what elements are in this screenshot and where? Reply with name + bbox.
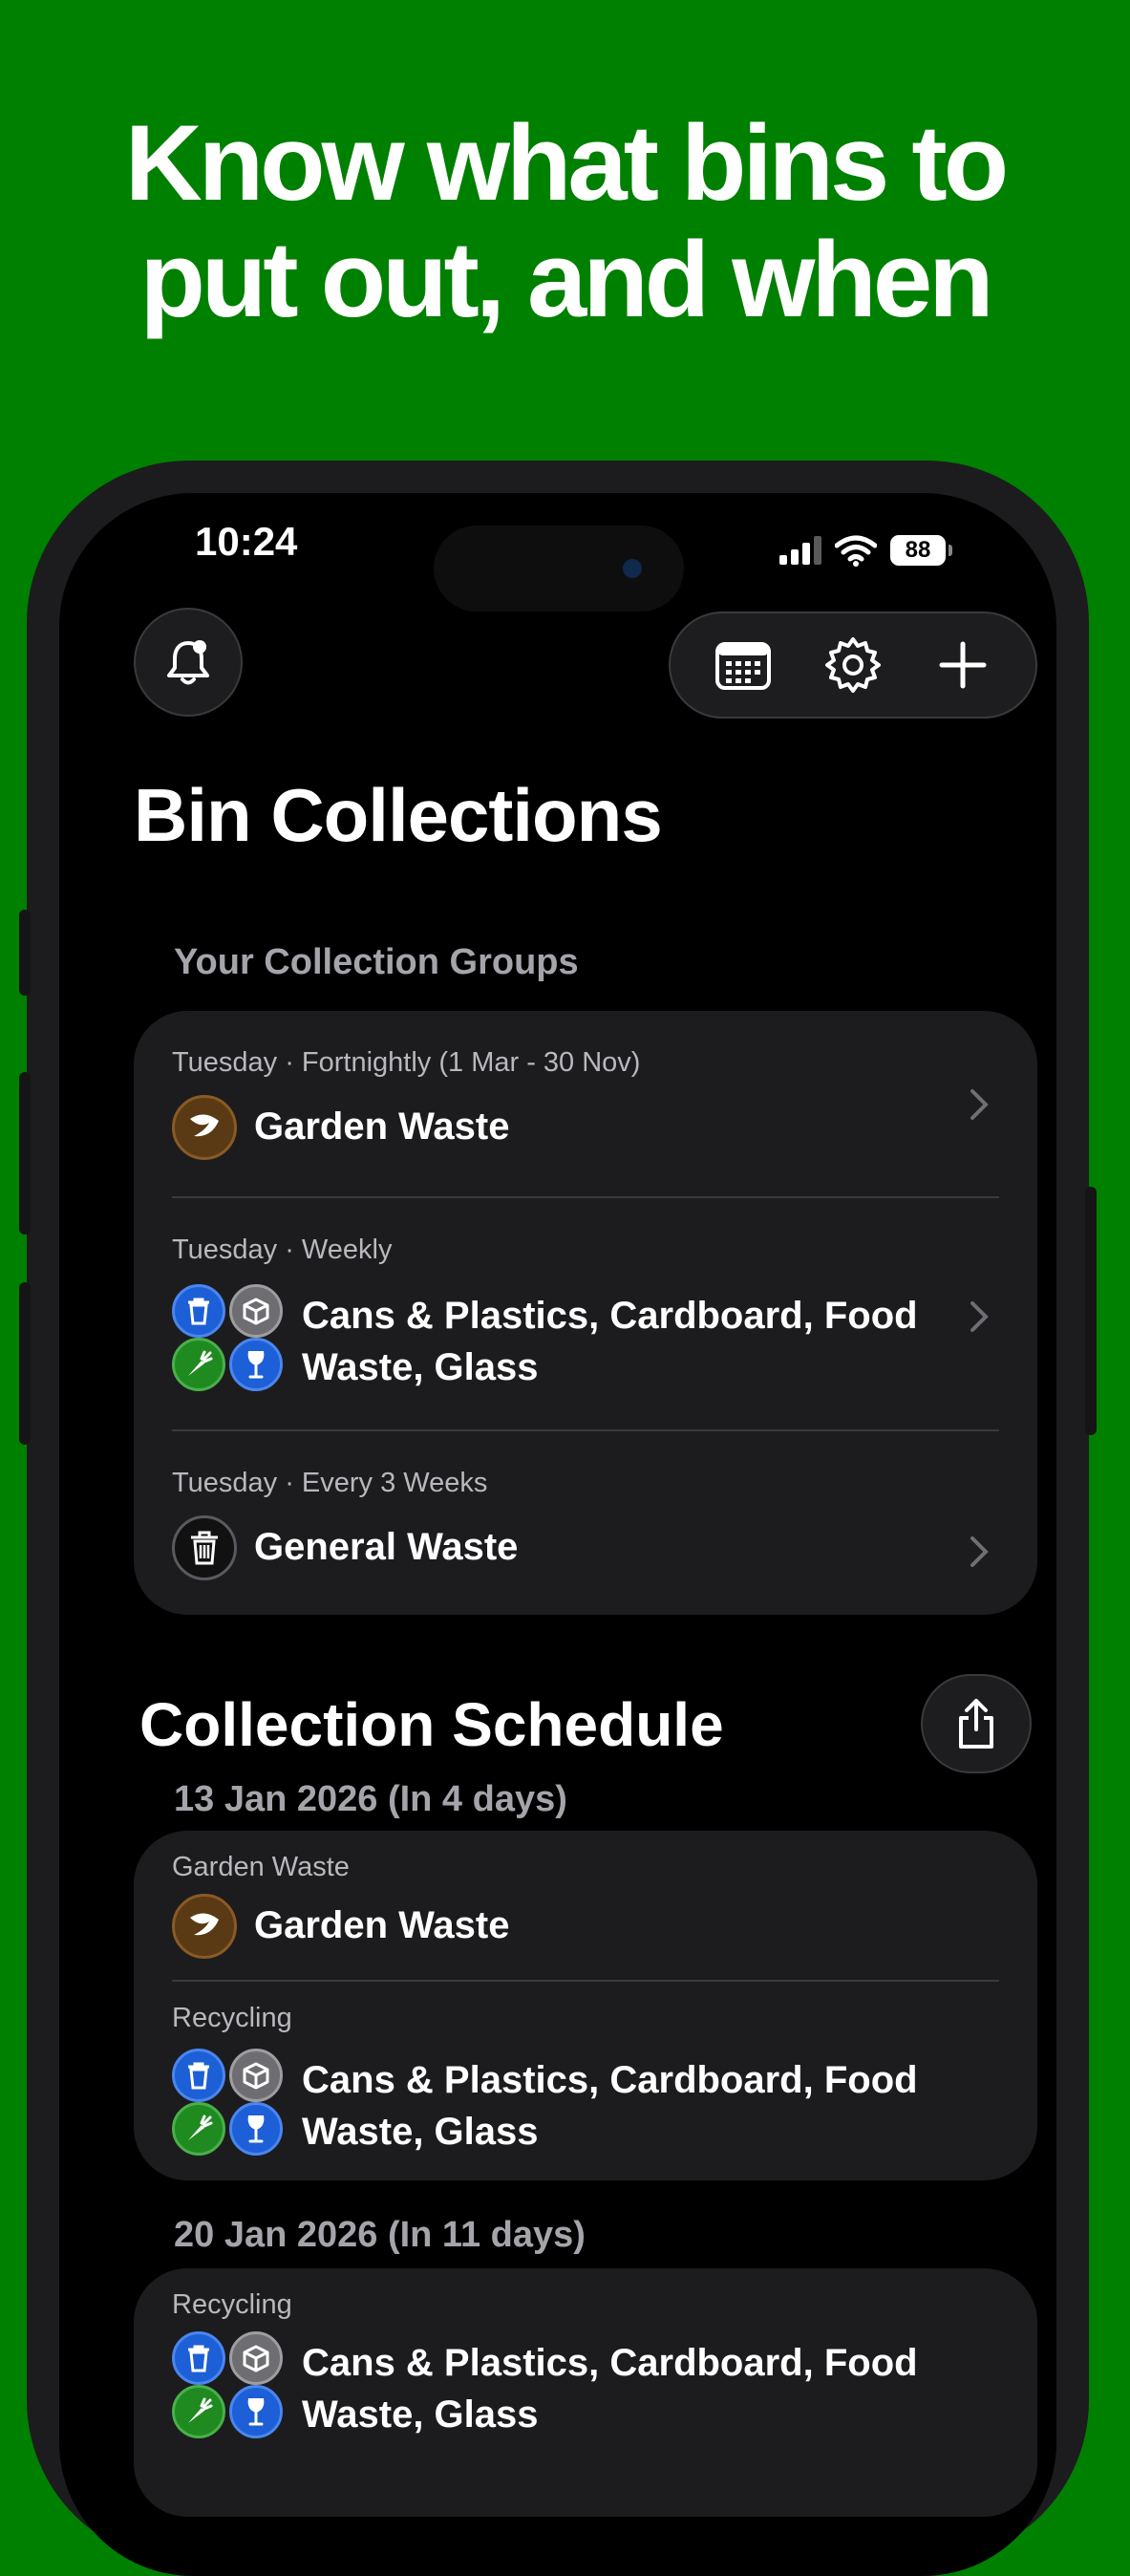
entry-name-line-1: Cans & Plastics, Cardboard, Food	[302, 2342, 918, 2384]
box-icon	[229, 2049, 283, 2102]
group-schedule: Tuesday · Weekly	[172, 1234, 393, 1265]
entry-name-line-2: Waste, Glass	[302, 2394, 539, 2436]
leaf-icon	[172, 1894, 237, 1959]
group-name-line-1: Cans & Plastics, Cardboard, Food	[302, 1295, 918, 1337]
wine-glass-icon	[229, 2385, 283, 2438]
entry-group: Garden Waste	[172, 1852, 350, 1882]
wine-glass-icon	[229, 1338, 283, 1391]
schedule-entry[interactable]: Recycling Cans & Plastics, Cardboard, Fo…	[172, 2268, 999, 2517]
collection-groups-card: Tuesday · Fortnightly (1 Mar - 30 Nov) G…	[134, 1011, 1037, 1615]
chevron-right-icon	[970, 1301, 989, 1332]
gear-icon	[824, 637, 881, 693]
leaf-icon	[172, 1095, 237, 1160]
schedule-title: Collection Schedule	[139, 1690, 724, 1759]
camera-dot	[623, 559, 642, 578]
groups-header: Your Collection Groups	[174, 942, 579, 982]
schedule-date-header: 13 Jan 2026 (In 4 days)	[174, 1779, 567, 1819]
settings-button[interactable]	[815, 627, 891, 703]
toolbar-group	[669, 612, 1037, 719]
signal-icon	[779, 536, 821, 565]
trash-icon	[172, 1515, 237, 1580]
headline-line-1: Know what bins to	[124, 103, 1009, 223]
calendar-button[interactable]	[705, 627, 781, 703]
battery-indicator: 88	[890, 535, 952, 566]
group-name: General Waste	[254, 1526, 519, 1568]
box-icon	[229, 2331, 283, 2385]
carrot-icon	[172, 1338, 225, 1391]
chevron-right-icon	[970, 1089, 989, 1120]
schedule-entry[interactable]: Recycling Cans & Plastics, Cardboard, Fo…	[172, 1982, 999, 2180]
plus-icon	[939, 641, 987, 689]
entry-name-line-2: Waste, Glass	[302, 2111, 539, 2153]
box-icon	[229, 1284, 283, 1338]
schedule-card: Garden Waste Garden Waste Recycling Cans…	[134, 1831, 1037, 2180]
volume-up-button	[19, 1072, 31, 1234]
schedule-date-header: 20 Jan 2026 (In 11 days)	[174, 2215, 586, 2255]
add-button[interactable]	[925, 627, 1001, 703]
entry-group: Recycling	[172, 2003, 292, 2033]
entry-name-line-1: Cans & Plastics, Cardboard, Food	[302, 2059, 918, 2101]
status-time: 10:24	[195, 519, 298, 564]
carrot-icon	[172, 2102, 225, 2156]
group-name-line-2: Waste, Glass	[302, 1346, 539, 1388]
app-screen: 10:24 88 Bin Collections Your Collection…	[59, 493, 1056, 2576]
group-row-general[interactable]: Tuesday · Every 3 Weeks General Waste	[172, 1431, 999, 1615]
bell-icon	[167, 640, 209, 685]
share-button[interactable]	[921, 1674, 1032, 1773]
wine-glass-icon	[229, 2102, 283, 2156]
calendar-icon	[714, 642, 771, 690]
notifications-button[interactable]	[134, 608, 243, 717]
marketing-headline: Know what bins to put out, and when	[0, 105, 1130, 338]
side-button	[19, 910, 31, 996]
headline-line-2: put out, and when	[139, 220, 993, 339]
volume-down-button	[19, 1282, 31, 1445]
dynamic-island	[434, 526, 684, 612]
share-icon	[959, 1699, 993, 1749]
page-title: Bin Collections	[134, 773, 663, 857]
entry-group: Recycling	[172, 2289, 292, 2320]
entry-name: Garden Waste	[254, 1904, 510, 1946]
bin-icon	[172, 1284, 225, 1338]
phone-frame: 10:24 88 Bin Collections Your Collection…	[19, 461, 1097, 2576]
wifi-icon	[835, 535, 877, 567]
group-name: Garden Waste	[254, 1106, 510, 1148]
group-row-garden[interactable]: Tuesday · Fortnightly (1 Mar - 30 Nov) G…	[172, 1011, 999, 1196]
group-schedule: Tuesday · Every 3 Weeks	[172, 1468, 488, 1498]
status-indicators: 88	[779, 531, 952, 569]
group-schedule: Tuesday · Fortnightly (1 Mar - 30 Nov)	[172, 1047, 641, 1078]
carrot-icon	[172, 2385, 225, 2438]
schedule-entry[interactable]: Garden Waste Garden Waste	[172, 1831, 999, 1980]
chevron-right-icon	[970, 1536, 989, 1567]
bin-icon	[172, 2049, 225, 2102]
group-row-recycling[interactable]: Tuesday · Weekly Cans & Plastics, Cardbo…	[172, 1198, 999, 1429]
schedule-card: Recycling Cans & Plastics, Cardboard, Fo…	[134, 2268, 1037, 2517]
bin-icon	[172, 2331, 225, 2385]
power-button	[1085, 1187, 1097, 1435]
